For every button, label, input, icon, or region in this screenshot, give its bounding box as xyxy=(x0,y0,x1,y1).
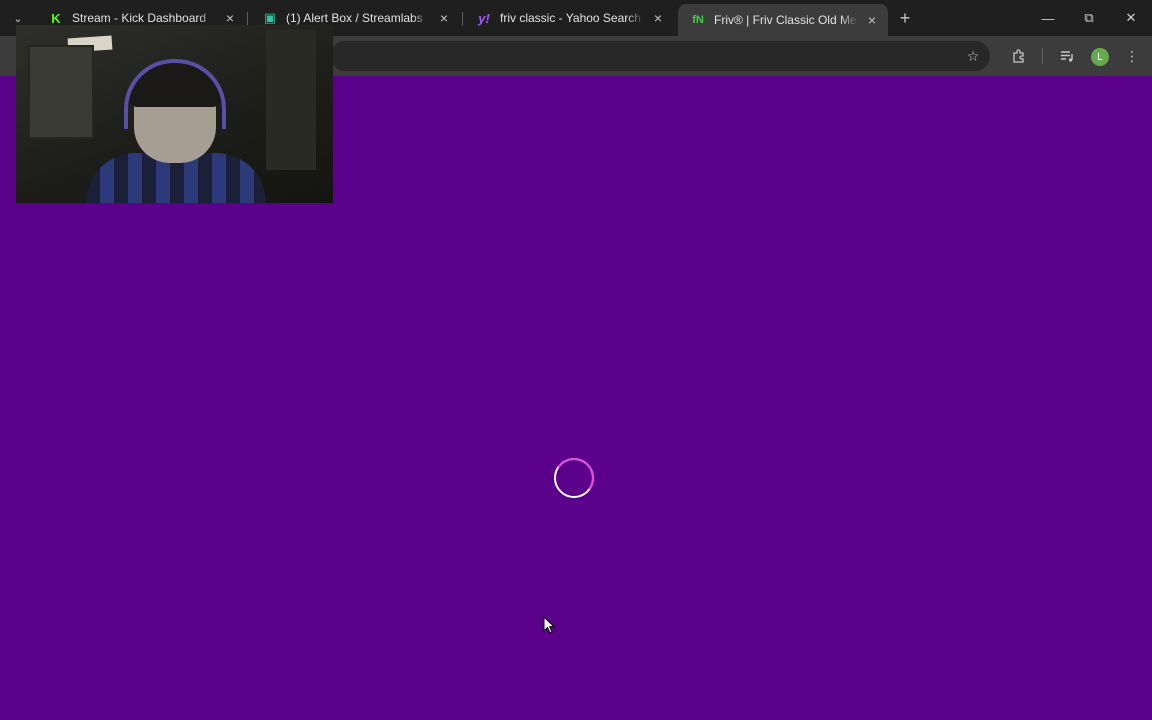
yahoo-icon: y! xyxy=(478,10,490,26)
tab-friv-classic[interactable]: fN Friv® | Friv Classic Old Menu × xyxy=(678,4,888,36)
media-glyph xyxy=(1061,51,1073,62)
puzzle-icon[interactable] xyxy=(1009,46,1029,66)
wall-frame xyxy=(28,45,94,139)
close-window-button[interactable]: ✕ xyxy=(1116,6,1146,30)
new-tab-button[interactable]: + xyxy=(895,8,915,28)
close-icon[interactable]: × xyxy=(222,10,238,26)
star-icon[interactable]: ☆ xyxy=(963,46,983,66)
address-bar[interactable] xyxy=(330,41,990,71)
headset-icon xyxy=(124,59,226,129)
tab-title: friv classic - Yahoo Search Tus r xyxy=(500,11,644,25)
restore-icon: ⧉ xyxy=(1084,10,1094,25)
media-queue-icon[interactable] xyxy=(1057,46,1077,66)
mouse-cursor-icon xyxy=(543,616,555,634)
plus-icon: + xyxy=(899,7,911,28)
close-icon[interactable]: × xyxy=(650,10,666,26)
tab-divider xyxy=(462,12,463,26)
minimize-icon: — xyxy=(1041,10,1055,26)
profile-avatar[interactable]: L xyxy=(1091,48,1109,66)
webcam-overlay xyxy=(16,25,333,203)
background-object xyxy=(266,30,316,170)
kick-icon: K xyxy=(51,10,61,26)
kebab-menu-icon[interactable]: ⋮ xyxy=(1122,46,1142,66)
toolbar-divider xyxy=(1042,48,1043,64)
tab-yahoo-search[interactable]: y! friv classic - Yahoo Search Tus r × xyxy=(464,4,674,32)
tab-title: Stream - Kick Dashboard xyxy=(72,11,207,25)
extensions-glyph xyxy=(1013,49,1024,63)
restore-button[interactable]: ⧉ xyxy=(1074,6,1104,30)
tab-title: (1) Alert Box / Streamlabs xyxy=(286,11,423,25)
close-icon: ✕ xyxy=(1125,10,1137,25)
tab-divider xyxy=(247,12,248,26)
chevron-down-icon: ⌄ xyxy=(13,12,23,25)
profile-initial: L xyxy=(1097,51,1103,63)
minimize-button[interactable]: — xyxy=(1033,6,1063,30)
close-icon[interactable]: × xyxy=(436,10,452,26)
tab-title: Friv® | Friv Classic Old Menu xyxy=(714,13,858,27)
friv-icon: fN xyxy=(692,14,704,26)
close-icon[interactable]: × xyxy=(864,12,880,28)
streamlabs-icon: ▣ xyxy=(263,10,277,25)
